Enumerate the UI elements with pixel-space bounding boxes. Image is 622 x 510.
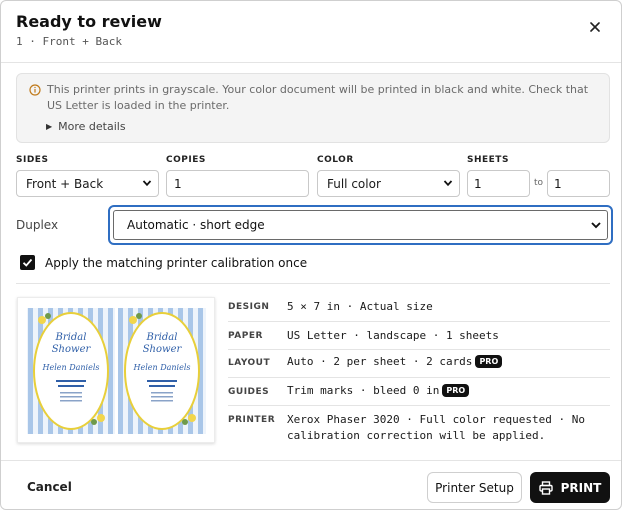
lemon-icon (38, 316, 46, 324)
divider (16, 283, 610, 284)
spec-value: US Letter · landscape · 1 sheets (287, 329, 499, 342)
cancel-button[interactable]: Cancel (27, 480, 72, 494)
printer-setup-button[interactable]: Printer Setup (427, 472, 522, 503)
grayscale-notice: This printer prints in grayscale. Your c… (16, 73, 610, 143)
spec-value: Auto · 2 per sheet · 2 cards (287, 355, 473, 368)
card-heading-line2: Shower (143, 344, 183, 355)
more-details-toggle[interactable]: ▶ More details (46, 120, 126, 133)
leaf-icon (91, 419, 97, 425)
spec-row-design: DESIGN 5 × 7 in · Actual size (228, 294, 610, 322)
duplex-value: Automatic · short edge (127, 218, 265, 232)
invitation-card: Bridal Shower Helen Daniels (27, 308, 115, 434)
calibration-checkbox[interactable] (20, 255, 35, 270)
card-honoree: Helen Daniels (42, 363, 100, 372)
card-detail-line (151, 400, 173, 402)
duplex-select-inner: Automatic · short edge (113, 210, 608, 240)
sheets-to-value: 1 (554, 176, 562, 191)
sheets-from-value: 1 (474, 176, 482, 191)
spec-row-printer: PRINTER Xerox Phaser 3020 · Full color r… (228, 406, 610, 448)
card-detail-line (60, 396, 82, 398)
card-heading-line2: Shower (52, 344, 92, 355)
invitation-card: Bridal Shower Helen Daniels (118, 308, 206, 434)
pro-badge: PRO (475, 355, 503, 368)
printer-icon (538, 480, 553, 495)
card-detail-line (147, 380, 177, 382)
color-label: COLOR (317, 155, 354, 165)
info-icon (29, 84, 41, 96)
checkmark-icon (22, 258, 33, 267)
spec-value: 5 × 7 in · Actual size (287, 300, 433, 313)
leaf-icon (136, 313, 142, 319)
spec-value: Xerox Phaser 3020 · Full color requested… (287, 413, 586, 442)
close-button[interactable] (583, 15, 607, 39)
dialog-subtitle: 1 · Front + Back (16, 35, 122, 48)
print-label: PRINT (560, 480, 602, 495)
sides-label: SIDES (16, 155, 49, 165)
print-preview: Bridal Shower Helen Daniels Bridal Showe… (17, 297, 215, 443)
chevron-down-icon (591, 222, 601, 229)
sides-select[interactable]: Front + Back (16, 170, 159, 197)
disclosure-triangle-icon: ▶ (46, 122, 53, 131)
chevron-down-icon (142, 180, 152, 187)
spec-row-layout: LAYOUT Auto · 2 per sheet · 2 cards PRO (228, 350, 610, 378)
spec-value-wrap: Trim marks · bleed 0 in PRO (287, 384, 470, 397)
leaf-icon (45, 313, 51, 319)
dialog-footer: Cancel Printer Setup PRINT (1, 460, 621, 509)
calibration-label: Apply the matching printer calibration o… (45, 256, 308, 270)
card-detail-line (60, 400, 82, 402)
sheets-from-input[interactable]: 1 (467, 170, 530, 197)
spec-row-guides: GUIDES Trim marks · bleed 0 in PRO (228, 378, 610, 406)
spec-key: LAYOUT (228, 358, 271, 368)
spec-key: PAPER (228, 331, 263, 341)
pro-badge: PRO (442, 384, 470, 397)
copies-value: 1 (174, 176, 182, 191)
card-detail-line (60, 392, 82, 394)
dialog-title: Ready to review (16, 12, 162, 31)
sheets-to-label: to (534, 178, 544, 188)
card-heading-line1: Bridal (146, 332, 178, 343)
color-select[interactable]: Full color (317, 170, 460, 197)
close-icon (590, 22, 600, 32)
color-value: Full color (327, 176, 381, 191)
sheets-to-input[interactable]: 1 (547, 170, 610, 197)
spec-value: Trim marks · bleed 0 in (287, 384, 440, 397)
preview-sheet: Bridal Shower Helen Daniels Bridal Showe… (27, 308, 206, 434)
card-heading-line1: Bridal (55, 332, 87, 343)
chevron-down-icon (443, 180, 453, 187)
sides-value: Front + Back (26, 176, 104, 191)
more-details-label: More details (58, 120, 126, 133)
duplex-select[interactable]: Automatic · short edge (108, 205, 613, 245)
duplex-label: Duplex (16, 218, 59, 232)
notice-text: This printer prints in grayscale. Your c… (47, 83, 589, 112)
copies-label: COPIES (166, 155, 206, 165)
lemon-icon (129, 316, 137, 324)
lemon-icon (97, 414, 105, 422)
card-detail-line (151, 396, 173, 398)
spec-key: GUIDES (228, 387, 270, 397)
card-detail-line (151, 392, 173, 394)
copies-input[interactable]: 1 (166, 170, 309, 197)
dialog-header: Ready to review 1 · Front + Back (1, 1, 621, 63)
spec-row-paper: PAPER US Letter · landscape · 1 sheets (228, 322, 610, 350)
leaf-icon (182, 419, 188, 425)
print-button[interactable]: PRINT (530, 472, 610, 503)
spec-key: PRINTER (228, 415, 276, 425)
card-detail-line (58, 385, 84, 387)
spec-value-wrap: Auto · 2 per sheet · 2 cards PRO (287, 355, 503, 368)
print-review-dialog: Ready to review 1 · Front + Back This pr… (0, 0, 622, 510)
sheets-label: SHEETS (467, 155, 509, 165)
card-detail-line (149, 385, 175, 387)
spec-key: DESIGN (228, 302, 270, 312)
card-detail-line (56, 380, 86, 382)
lemon-icon (188, 414, 196, 422)
card-honoree: Helen Daniels (133, 363, 191, 372)
